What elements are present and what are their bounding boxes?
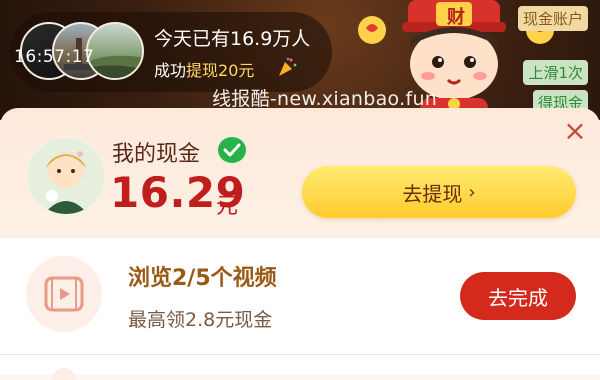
withdraw-button-label: 去提现 xyxy=(402,181,463,206)
chevron-right-icon: › xyxy=(468,181,476,203)
notice-prefix: 成功 xyxy=(154,61,187,80)
avatar xyxy=(86,22,144,80)
side-tag-swipe: 上滑1次 xyxy=(523,60,588,85)
task-subtitle: 最高领2.8元现金 xyxy=(128,309,273,331)
cash-unit: 元 xyxy=(216,194,239,219)
watermark-text: 线报酷-new.xianbao.fun xyxy=(212,88,438,110)
party-popper-icon xyxy=(279,57,297,76)
avatar-illustration xyxy=(28,138,104,214)
side-tag-account[interactable]: 现金账户 xyxy=(517,6,588,31)
task-title: 浏览2/5个视频 xyxy=(128,266,277,291)
notice-highlight: 提现20元 xyxy=(186,61,255,80)
checkmark-icon xyxy=(223,143,241,157)
top-banner: 16:57:17 今天已有16.9万人 成功提现20元 财 现金账户 上滑1次 … xyxy=(0,0,600,120)
complete-task-button[interactable]: 去完成 xyxy=(460,272,576,320)
mascot-badge-text: 财 xyxy=(447,7,465,28)
next-task-row xyxy=(0,355,600,375)
close-button[interactable]: × xyxy=(562,117,588,145)
notice-text-line2: 成功提现20元 xyxy=(154,57,254,81)
video-icon xyxy=(44,276,84,312)
avatar-photo xyxy=(88,55,142,78)
task-icon-wrap xyxy=(26,256,102,332)
user-avatar[interactable] xyxy=(26,136,106,216)
clock-time: 16:57:17 xyxy=(14,47,95,67)
withdraw-button[interactable]: 去提现 › xyxy=(302,166,576,218)
wechat-check-icon xyxy=(218,137,246,163)
cash-label: 我的现金 xyxy=(112,142,201,167)
notice-text-line1: 今天已有16.9万人 xyxy=(154,28,311,50)
